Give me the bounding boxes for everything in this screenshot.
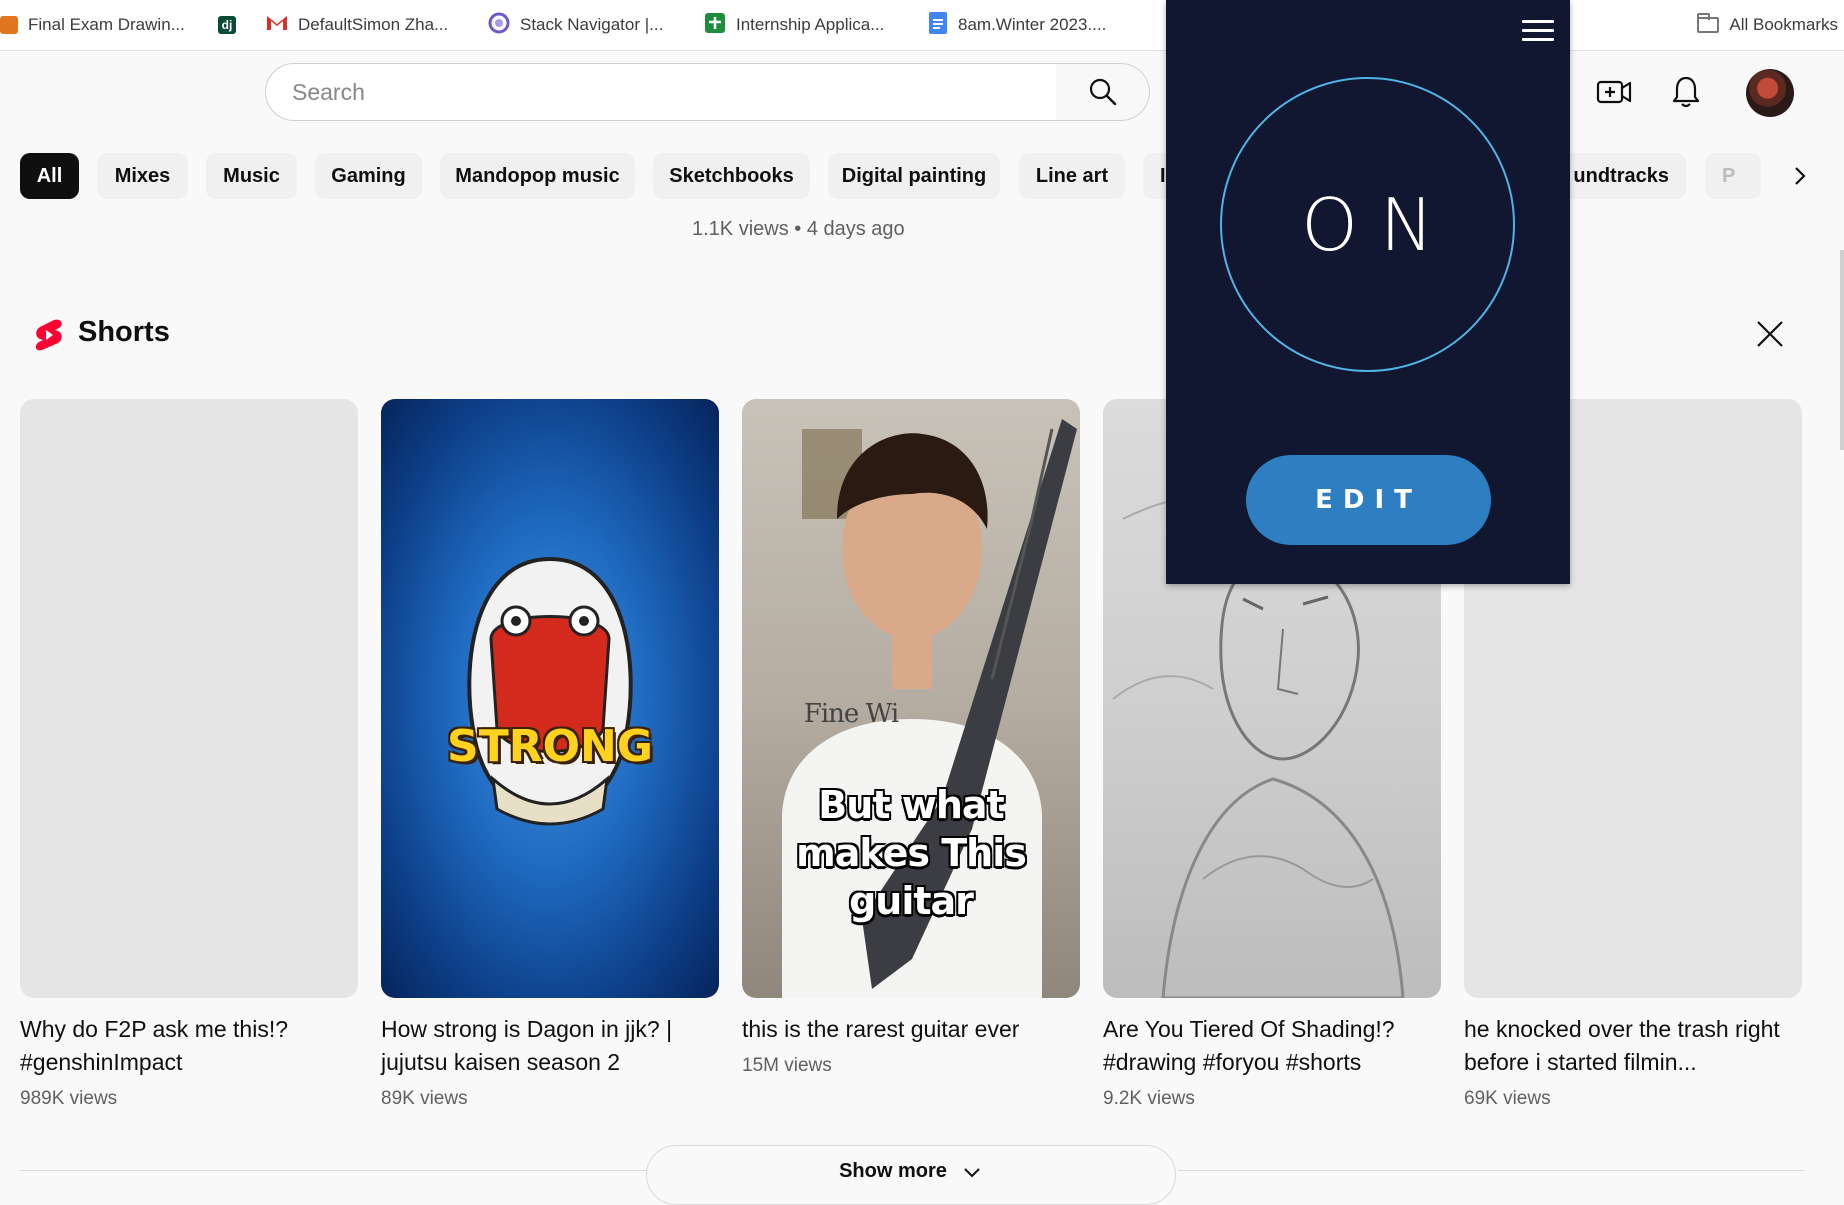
sheets-icon — [704, 12, 726, 39]
chip-music[interactable]: Music — [206, 153, 297, 199]
hamburger-line — [1522, 38, 1554, 41]
bookmark-item[interactable]: DefaultSimon Zha... — [266, 0, 448, 50]
shorts-close-button[interactable] — [1752, 316, 1788, 352]
chip-digital-painting[interactable]: Digital painting — [828, 153, 1000, 199]
bookmark-label: Stack Navigator |... — [520, 15, 664, 34]
chip-line-art[interactable]: Line art — [1019, 153, 1125, 199]
bookmark-item[interactable]: Stack Navigator |... — [488, 0, 663, 50]
docs-icon — [928, 11, 948, 40]
short-views: 89K views — [381, 1088, 468, 1109]
chip-all[interactable]: All — [20, 153, 79, 199]
short-thumbnail[interactable]: STRONG — [381, 399, 719, 998]
bookmark-label: 8am.Winter 2023.... — [958, 15, 1107, 34]
short-thumbnail[interactable]: Fine Wi But what makes This guitar — [742, 399, 1080, 998]
edit-button[interactable]: EDIT — [1246, 455, 1491, 545]
chip-gaming[interactable]: Gaming — [315, 153, 422, 199]
hamburger-line — [1522, 20, 1554, 23]
search-box — [265, 63, 1057, 121]
character-illustration — [467, 556, 633, 826]
notifications-button[interactable] — [1666, 72, 1706, 112]
short-card[interactable]: Fine Wi But what makes This guitar — [742, 399, 1080, 998]
status-label: ON — [1301, 182, 1456, 267]
create-video-icon — [1596, 80, 1632, 104]
dj-favicon-icon: dj — [218, 16, 236, 34]
bookmark-label: Internship Applica... — [736, 15, 885, 34]
shirt-text: Fine Wi — [803, 699, 899, 729]
bookmark-item[interactable]: 8am.Winter 2023.... — [928, 0, 1106, 50]
divider — [1178, 1170, 1804, 1171]
short-thumbnail[interactable] — [20, 399, 358, 998]
short-overlay-text: But what makes This guitar — [796, 783, 1027, 923]
short-title[interactable]: How strong is Dagon in jjk? | jujutsu ka… — [381, 1013, 721, 1079]
short-views: 15M views — [742, 1055, 832, 1076]
bookmark-item[interactable]: Internship Applica... — [704, 0, 884, 50]
short-title[interactable]: this is the rarest guitar ever — [742, 1013, 1082, 1046]
chip-sketchbooks[interactable]: Sketchbooks — [653, 153, 810, 199]
scrollbar[interactable] — [1840, 250, 1844, 450]
shorts-section-title: Shorts — [78, 316, 170, 348]
all-bookmarks-button[interactable]: All Bookmarks — [1697, 0, 1838, 50]
search-icon — [1089, 78, 1116, 106]
folder-icon — [1697, 13, 1720, 33]
all-bookmarks-label: All Bookmarks — [1729, 15, 1838, 34]
stack-navigator-icon — [488, 12, 510, 39]
hamburger-line — [1522, 29, 1554, 32]
short-views: 9.2K views — [1103, 1088, 1195, 1109]
chip-partial-p[interactable]: P — [1705, 153, 1761, 199]
chevron-down-icon — [964, 1168, 980, 1178]
short-overlay-text: STRONG — [447, 721, 653, 772]
short-card[interactable]: STRONG — [381, 399, 719, 998]
shorts-logo-icon — [34, 318, 64, 351]
power-toggle[interactable]: ON — [1220, 77, 1515, 372]
show-more-label: Show more — [839, 1160, 947, 1182]
short-views: 69K views — [1464, 1088, 1551, 1109]
bookmark-label: Final Exam Drawin... — [28, 15, 185, 34]
chip-mandopop-music[interactable]: Mandopop music — [440, 153, 635, 199]
short-card[interactable] — [20, 399, 358, 998]
short-views: 989K views — [20, 1088, 118, 1109]
extension-popup-panel: ON EDIT — [1166, 0, 1570, 584]
search-button[interactable] — [1056, 63, 1150, 121]
bookmark-item[interactable]: dj — [218, 0, 236, 50]
divider — [20, 1170, 648, 1171]
short-title[interactable]: he knocked over the trash right before i… — [1464, 1013, 1804, 1079]
video-meta: 1.1K views • 4 days ago — [692, 218, 905, 240]
close-icon — [1757, 321, 1783, 347]
menu-button[interactable] — [1522, 20, 1554, 46]
avatar[interactable] — [1746, 69, 1794, 117]
bookmark-item[interactable]: Final Exam Drawin... — [0, 0, 185, 50]
show-more-button[interactable]: Show more — [646, 1145, 1176, 1205]
bell-icon — [1672, 76, 1700, 108]
search-input[interactable] — [290, 77, 1056, 107]
chip-mixes[interactable]: Mixes — [97, 153, 188, 199]
chevron-right-icon — [1795, 167, 1806, 185]
chips-next-button[interactable] — [1780, 156, 1820, 196]
bookmark-label: DefaultSimon Zha... — [298, 15, 449, 34]
gmail-icon — [266, 14, 288, 37]
short-title[interactable]: Why do F2P ask me this!? #genshinImpact — [20, 1013, 360, 1079]
short-title[interactable]: Are You Tiered Of Shading!? #drawing #fo… — [1103, 1013, 1443, 1079]
create-button[interactable] — [1594, 72, 1634, 112]
bookmark-favicon-icon — [0, 16, 18, 34]
